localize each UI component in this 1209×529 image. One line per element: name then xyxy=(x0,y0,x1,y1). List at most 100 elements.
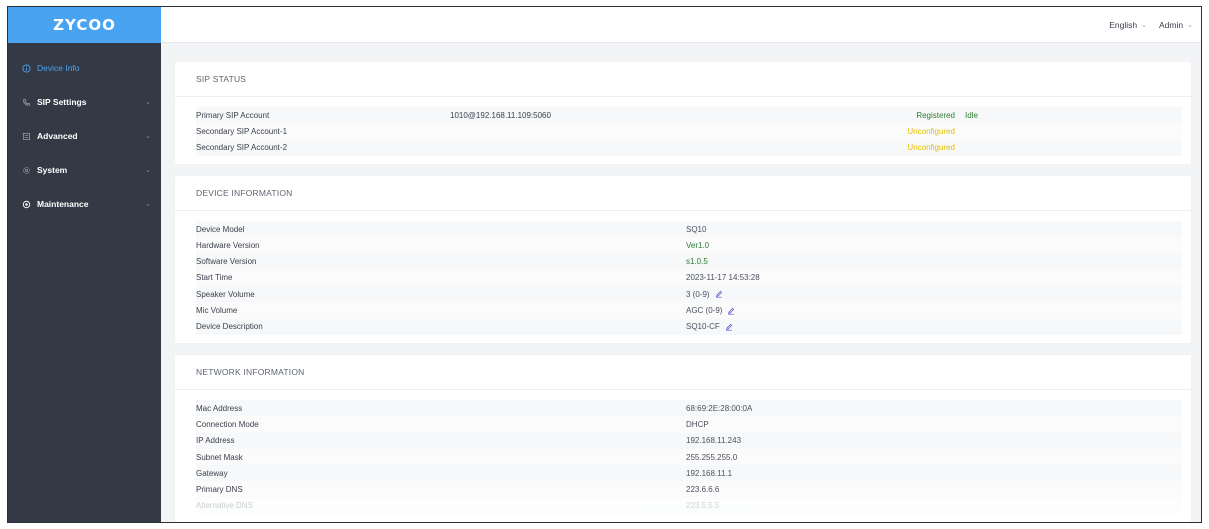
sip-account-address: 1010@192.168.11.109:5060 xyxy=(450,110,551,120)
chevron-down-icon: ⌄ xyxy=(145,99,151,106)
chevron-down-icon: ⌄ xyxy=(1141,21,1148,29)
chevron-down-icon: ⌄ xyxy=(1187,21,1193,29)
status-badge: Unconfigured xyxy=(907,143,955,153)
top-bar: English ⌄ Admin ⌄ xyxy=(161,7,1201,43)
info-value: 192.168.11.1 xyxy=(686,468,733,478)
info-label: Speaker Volume xyxy=(196,289,255,299)
table-row: Subnet Mask 255.255.255.0 xyxy=(196,448,1182,466)
table-row: Device Model SQ10 xyxy=(196,220,1182,238)
table-row: Primary DNS 223.6.6.6 xyxy=(196,481,1182,498)
device-info-card: DEVICE INFORMATION Device Model SQ10 Har… xyxy=(175,175,1191,343)
info-value: Ver1.0 xyxy=(686,240,710,250)
network-info-body: Mac Address 68:69:2E:28:00:0A Connection… xyxy=(175,390,1191,515)
document-icon xyxy=(20,130,32,142)
wrench-icon xyxy=(20,198,32,210)
logo-bar: ZYCOO xyxy=(8,7,161,43)
line-state: Idle xyxy=(965,110,978,120)
info-value: 192.168.11.243 xyxy=(686,436,742,446)
network-info-card: NETWORK INFORMATION Mac Address 68:69:2E… xyxy=(175,354,1191,522)
table-row: Alternative DNS 223.5.5.5 xyxy=(196,497,1182,515)
sidebar-item-system[interactable]: System ⌄ xyxy=(8,153,161,187)
info-value: 68:69:2E:28:00:0A xyxy=(686,403,753,413)
info-label: Alternative DNS xyxy=(196,501,253,511)
info-label: Primary DNS xyxy=(196,485,243,495)
chevron-down-icon: ⌄ xyxy=(145,167,151,174)
main-content: SIP STATUS Primary SIP Account 1010@192.… xyxy=(161,44,1201,522)
sidebar: ZYCOO Device Info SIP Settings ⌄ Advance… xyxy=(8,7,161,522)
sip-account-label: Secondary SIP Account-2 xyxy=(196,143,288,153)
speaker-volume-value: 3 (0-9) xyxy=(686,289,710,299)
user-menu[interactable]: Admin ⌄ xyxy=(1159,20,1193,30)
info-label: Mic Volume xyxy=(196,306,238,316)
info-label: Gateway xyxy=(196,468,228,478)
table-row: Gateway 192.168.11.1 xyxy=(196,465,1182,482)
status-badge: Unconfigured xyxy=(907,126,955,136)
device-description-value: SQ10-CF xyxy=(686,322,720,332)
status-badge: Registered xyxy=(916,110,955,120)
sidebar-item-label: Device Info xyxy=(37,63,80,73)
sidebar-item-label: SIP Settings xyxy=(37,97,87,107)
sip-account-label: Secondary SIP Account-1 xyxy=(196,126,288,136)
language-dropdown[interactable]: English ⌄ xyxy=(1109,20,1147,30)
sidebar-item-advanced[interactable]: Advanced ⌄ xyxy=(8,119,161,153)
gear-icon xyxy=(20,164,32,176)
edit-pencil-icon[interactable] xyxy=(725,323,733,331)
table-row: Primary SIP Account 1010@192.168.11.109:… xyxy=(196,107,1182,124)
sip-account-label: Primary SIP Account xyxy=(196,110,270,120)
info-value: DHCP xyxy=(686,419,709,429)
card-title: NETWORK INFORMATION xyxy=(175,355,1191,390)
table-row: Secondary SIP Account-2 Unconfigured xyxy=(196,139,1182,156)
table-row: Software Version s1.0.5 xyxy=(196,253,1182,270)
mic-volume-value: AGC (0-9) xyxy=(686,306,723,316)
edit-pencil-icon[interactable] xyxy=(727,307,735,315)
sidebar-item-device-info[interactable]: Device Info xyxy=(8,51,161,85)
info-label: Device Model xyxy=(196,224,245,234)
sidebar-item-maintenance[interactable]: Maintenance ⌄ xyxy=(8,187,161,221)
table-row: Mic Volume AGC (0-9) xyxy=(196,302,1182,319)
table-row: Start Time 2023-11-17 14:53:28 xyxy=(196,269,1182,287)
info-label: Device Description xyxy=(196,322,263,332)
sidebar-item-sip-settings[interactable]: SIP Settings ⌄ xyxy=(8,85,161,119)
phone-icon xyxy=(20,96,32,108)
info-label: Subnet Mask xyxy=(196,452,243,462)
table-row: Speaker Volume 3 (0-9) xyxy=(196,286,1182,303)
language-label: English xyxy=(1109,19,1138,30)
table-row: Connection Mode DHCP xyxy=(196,416,1182,433)
sidebar-nav: Device Info SIP Settings ⌄ Advanced ⌄ Sy… xyxy=(8,43,161,221)
chevron-down-icon: ⌄ xyxy=(145,133,151,140)
info-label: Mac Address xyxy=(196,403,243,413)
edit-pencil-icon[interactable] xyxy=(715,290,723,298)
sidebar-item-label: System xyxy=(37,165,68,175)
card-title: SIP STATUS xyxy=(175,62,1191,97)
info-value: s1.0.5 xyxy=(686,257,708,267)
table-row: IP Address 192.168.11.243 xyxy=(196,432,1182,449)
app-window: ZYCOO Device Info SIP Settings ⌄ Advance… xyxy=(7,6,1202,523)
info-value: SQ10 xyxy=(686,224,707,234)
info-label: Connection Mode xyxy=(196,419,259,429)
info-label: IP Address xyxy=(196,436,235,446)
info-circle-icon xyxy=(20,62,32,74)
chevron-down-icon: ⌄ xyxy=(145,201,151,208)
table-row: Secondary SIP Account-1 Unconfigured xyxy=(196,123,1182,140)
card-title: DEVICE INFORMATION xyxy=(175,176,1191,211)
device-info-body: Device Model SQ10 Hardware Version Ver1.… xyxy=(175,211,1191,343)
logo: ZYCOO xyxy=(53,16,116,34)
table-row: Hardware Version Ver1.0 xyxy=(196,237,1182,254)
info-value: 223.5.5.5 xyxy=(686,501,720,511)
sip-status-card: SIP STATUS Primary SIP Account 1010@192.… xyxy=(175,62,1191,164)
table-row: Mac Address 68:69:2E:28:00:0A xyxy=(196,399,1182,417)
info-value: 2023-11-17 14:53:28 xyxy=(686,273,760,283)
info-label: Software Version xyxy=(196,257,257,267)
info-label: Hardware Version xyxy=(196,240,260,250)
user-label: Admin xyxy=(1159,19,1184,30)
table-row: Device Description SQ10-CF xyxy=(196,318,1182,335)
sidebar-item-label: Maintenance xyxy=(37,199,89,209)
info-value: 255.255.255.0 xyxy=(686,452,738,462)
info-value-wrap: AGC (0-9) xyxy=(686,306,735,315)
info-label: Start Time xyxy=(196,273,233,283)
sidebar-item-label: Advanced xyxy=(37,131,78,141)
info-value-wrap: 3 (0-9) xyxy=(686,290,723,299)
info-value: 223.6.6.6 xyxy=(686,485,720,495)
info-value-wrap: SQ10-CF xyxy=(686,322,733,331)
sip-status-body: Primary SIP Account 1010@192.168.11.109:… xyxy=(175,97,1191,164)
